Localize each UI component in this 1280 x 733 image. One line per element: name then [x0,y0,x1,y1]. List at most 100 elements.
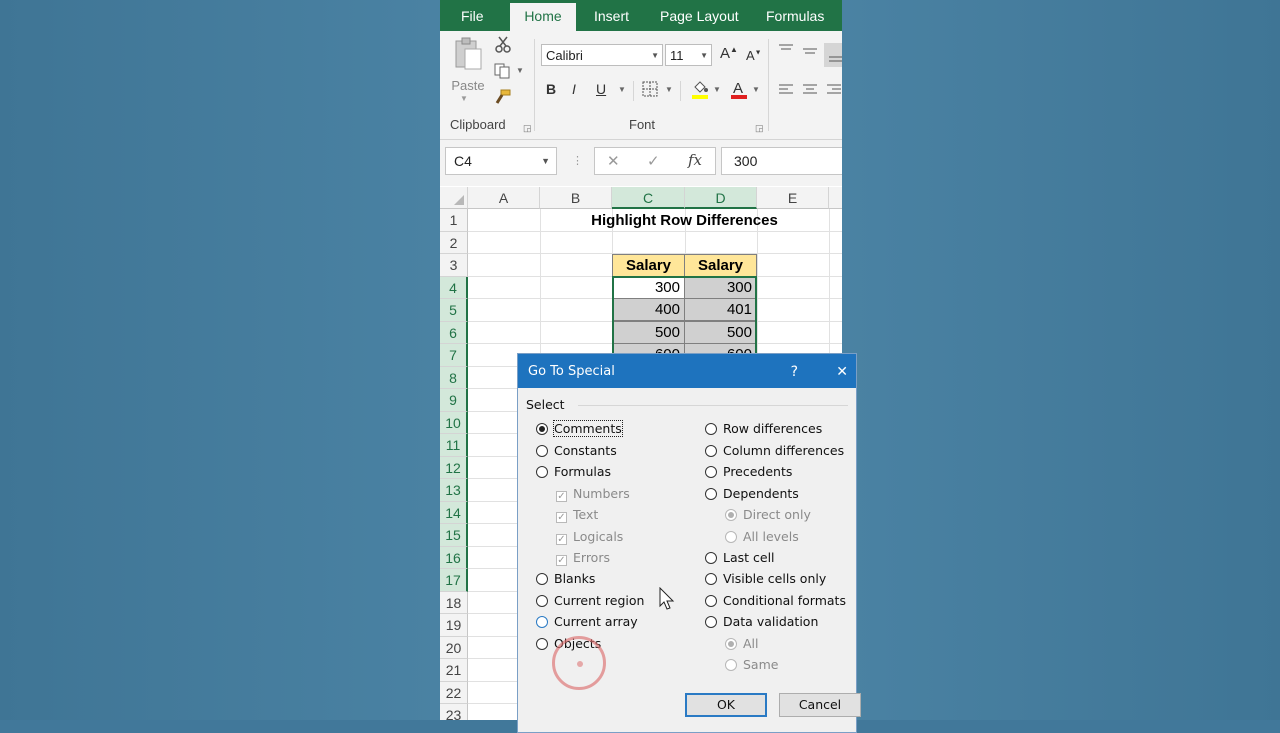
row-header-12[interactable]: 12 [440,456,468,479]
radio-icon[interactable] [705,573,717,585]
select-all-corner[interactable] [440,187,468,209]
enter-icon[interactable]: ✓ [647,152,660,170]
name-box[interactable]: C4 ▼ [445,147,557,175]
header-cell-c3[interactable]: Salary [612,254,685,277]
row-header-8[interactable]: 8 [440,366,468,389]
column-header-c[interactable]: C [612,187,685,209]
font-color-dropdown-icon[interactable]: ▼ [752,85,760,94]
fill-color-icon[interactable] [691,79,709,102]
radio-icon[interactable] [536,595,548,607]
paste-button[interactable]: Paste [450,78,486,93]
option-errors[interactable]: ✓ Errors [556,548,610,568]
option-validation-all[interactable]: All [725,634,759,654]
column-header-f[interactable] [829,187,842,209]
borders-icon[interactable] [642,81,658,100]
option-row-differences[interactable]: Row differences [705,419,822,439]
cell-d5[interactable]: 401 [684,298,757,321]
font-launcher-icon[interactable]: ◲ [755,123,764,134]
row-header-2[interactable]: 2 [440,231,468,254]
radio-disabled-icon[interactable] [725,659,737,671]
radio-icon[interactable] [705,445,717,457]
cancel-icon[interactable]: ✕ [607,152,620,170]
option-dependents[interactable]: Dependents [705,484,799,504]
row-header-1[interactable]: 1 [440,209,468,232]
row-header-5[interactable]: 5 [440,299,468,322]
decrease-font-size-icon[interactable]: A▼ [746,48,762,63]
underline-dropdown-icon[interactable]: ▼ [618,85,626,94]
font-color-icon[interactable]: A [730,79,748,102]
option-column-differences[interactable]: Column differences [705,441,844,461]
font-name-combo[interactable]: Calibri ▼ [541,44,663,66]
row-header-20[interactable]: 20 [440,636,468,659]
row-header-11[interactable]: 11 [440,434,468,457]
row-header-17[interactable]: 17 [440,569,468,592]
radio-hover-icon[interactable] [536,616,548,628]
copy-dropdown-icon[interactable]: ▼ [516,66,524,75]
row-header-9[interactable]: 9 [440,389,468,412]
option-blanks[interactable]: Blanks [536,569,595,589]
option-formulas[interactable]: Formulas [536,462,611,482]
radio-icon[interactable] [536,638,548,650]
radio-icon[interactable] [705,595,717,607]
align-left-icon[interactable] [778,83,794,100]
row-header-7[interactable]: 7 [440,344,468,367]
option-validation-same[interactable]: Same [725,655,778,675]
option-last-cell[interactable]: Last cell [705,548,775,568]
font-size-combo[interactable]: 11 ▼ [665,44,712,66]
option-direct-only[interactable]: Direct only [725,505,811,525]
row-header-13[interactable]: 13 [440,479,468,502]
format-painter-icon[interactable] [494,89,512,108]
row-header-22[interactable]: 22 [440,681,468,704]
row-header-4[interactable]: 4 [440,276,468,299]
radio-icon[interactable] [536,466,548,478]
radio-icon[interactable] [705,466,717,478]
radio-icon[interactable] [705,423,717,435]
bold-button[interactable]: B [546,81,556,97]
copy-icon[interactable] [494,63,512,82]
paste-icon[interactable] [452,37,484,73]
option-text[interactable]: ✓ Text [556,505,598,525]
italic-button[interactable]: I [572,81,576,97]
row-header-19[interactable]: 19 [440,614,468,637]
radio-disabled-icon[interactable] [725,531,737,543]
option-data-validation[interactable]: Data validation [705,612,818,632]
checkbox-checked-icon[interactable]: ✓ [556,491,567,502]
ok-button[interactable]: OK [685,693,767,717]
cell-c6[interactable]: 500 [612,321,685,344]
clipboard-launcher-icon[interactable]: ◲ [523,123,532,134]
header-cell-d3[interactable]: Salary [684,254,757,277]
option-constants[interactable]: Constants [536,441,617,461]
row-header-18[interactable]: 18 [440,591,468,614]
cell-d6[interactable]: 500 [684,321,757,344]
radio-selected-icon[interactable] [536,423,548,435]
column-header-b[interactable]: B [540,187,612,209]
radio-icon[interactable] [536,573,548,585]
option-current-array[interactable]: Current array [536,612,638,632]
cut-icon[interactable] [494,36,512,57]
row-header-6[interactable]: 6 [440,321,468,344]
option-conditional-formats[interactable]: Conditional formats [705,591,846,611]
increase-font-size-icon[interactable]: A▲ [720,45,738,62]
middle-align-icon[interactable] [802,43,818,60]
checkbox-checked-icon[interactable]: ✓ [556,534,567,545]
cancel-button[interactable]: Cancel [779,693,861,717]
checkbox-checked-icon[interactable]: ✓ [556,555,567,566]
radio-icon[interactable] [705,552,717,564]
radio-disabled-selected-icon[interactable] [725,638,737,650]
formula-input[interactable]: 300 [721,147,842,175]
checkbox-checked-icon[interactable]: ✓ [556,512,567,523]
column-header-d[interactable]: D [685,187,757,209]
cell-d4[interactable]: 300 [684,276,757,299]
tab-home[interactable]: Home [510,3,576,31]
radio-disabled-selected-icon[interactable] [725,509,737,521]
option-comments[interactable]: Comments [536,419,623,439]
option-visible-cells-only[interactable]: Visible cells only [705,569,826,589]
row-header-16[interactable]: 16 [440,546,468,569]
radio-icon[interactable] [536,445,548,457]
radio-icon[interactable] [705,488,717,500]
align-center-icon[interactable] [802,83,818,100]
row-header-3[interactable]: 3 [440,254,468,277]
bottom-align-button[interactable] [824,43,842,67]
close-icon[interactable]: ✕ [836,354,848,390]
align-right-icon[interactable] [826,83,842,100]
